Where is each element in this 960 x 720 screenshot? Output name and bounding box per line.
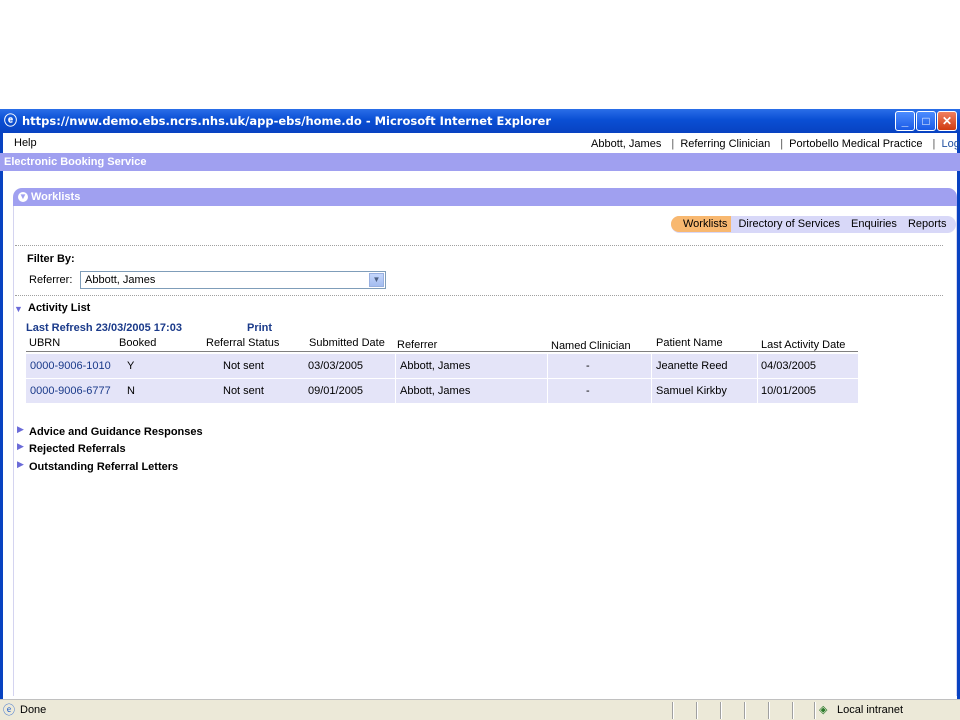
cell-divider [395, 354, 396, 378]
close-button[interactable]: ✕ [937, 111, 957, 131]
cell-divider [651, 379, 652, 403]
tab-reports[interactable]: Reports [904, 216, 957, 232]
status-text: Done [20, 704, 47, 716]
worklists-heading: Worklists [31, 191, 81, 203]
maximize-button[interactable]: □ [916, 111, 936, 131]
practice-name: Portobello Medical Practice [789, 138, 923, 150]
worklists-header[interactable]: ▼ Worklists [13, 188, 957, 206]
collapsed-triangle-icon[interactable]: ▶ [17, 459, 24, 470]
column-header-referrer[interactable]: Referrer [397, 339, 437, 351]
ubrn-link[interactable]: 0000-9006-1010 [30, 360, 111, 372]
column-header-referral-status[interactable]: Referral Status [206, 337, 279, 349]
collapsed-triangle-icon[interactable]: ▶ [17, 424, 24, 435]
logout-link[interactable]: Log Out [941, 138, 960, 150]
patient-cell: Jeanette Reed [656, 360, 728, 372]
cell-divider [757, 354, 758, 378]
user-name: Abbott, James [591, 138, 662, 150]
separator: | [932, 138, 936, 150]
submitted-cell: 09/01/2005 [308, 385, 364, 397]
status-cell: Not sent [223, 360, 264, 372]
column-header-patient-name[interactable]: Patient Name [656, 337, 723, 349]
status-divider [768, 702, 770, 719]
referrer-label: Referrer: [29, 274, 73, 286]
referrer-cell: Abbott, James [400, 360, 471, 372]
nav-tabs: Worklists Directory of Services Enquirie… [671, 216, 957, 233]
ubrn-link[interactable]: 0000-9006-6777 [30, 385, 111, 397]
minimize-button[interactable]: _ [895, 111, 915, 131]
activity-list-title[interactable]: Activity List [28, 302, 90, 314]
last-activity-cell: 04/03/2005 [761, 360, 817, 372]
status-cell: Not sent [223, 385, 264, 397]
cell-divider [547, 379, 548, 403]
collapsed-triangle-icon[interactable]: ▶ [17, 441, 24, 452]
ie-logo-icon: ⓔ [3, 113, 17, 128]
page-icon: ⓔ [3, 703, 16, 717]
collapse-icon[interactable]: ▼ [18, 192, 28, 202]
clinician-cell: - [586, 385, 590, 397]
cell-divider [547, 354, 548, 378]
table-row[interactable]: 0000-9006-1010 Y Not sent 03/03/2005 Abb… [26, 354, 858, 378]
divider [15, 245, 943, 246]
tab-directory-of-services[interactable]: Directory of Services [734, 216, 843, 232]
last-refresh: Last Refresh 23/03/2005 17:03 [26, 322, 182, 334]
column-header-booked[interactable]: Booked [119, 337, 156, 349]
status-divider [672, 702, 674, 719]
menu-bar: Help Abbott, James | Referring Clinician… [0, 133, 960, 153]
cell-divider [651, 354, 652, 378]
tab-enquiries[interactable]: Enquiries [847, 216, 901, 232]
patient-cell: Samuel Kirkby [656, 385, 727, 397]
separator: | [780, 138, 784, 150]
filter-title: Filter By: [27, 253, 75, 265]
status-divider [720, 702, 722, 719]
section-outstanding-letters[interactable]: Outstanding Referral Letters [29, 461, 178, 473]
status-divider [696, 702, 698, 719]
column-header-last-activity-date[interactable]: Last Activity Date [761, 339, 845, 351]
referrer-select[interactable]: Abbott, James ▼ [80, 271, 386, 289]
tab-worklists[interactable]: Worklists [671, 216, 732, 232]
header-underline [26, 351, 858, 352]
column-header-submitted-date[interactable]: Submitted Date [309, 337, 385, 349]
divider [15, 295, 943, 296]
user-info: Abbott, James | Referring Clinician | Po… [591, 138, 960, 150]
status-divider [814, 702, 816, 719]
print-link[interactable]: Print [247, 322, 272, 334]
cell-divider [395, 379, 396, 403]
app-header: Electronic Booking Service [0, 153, 960, 171]
last-activity-cell: 10/01/2005 [761, 385, 817, 397]
section-advice-guidance[interactable]: Advice and Guidance Responses [29, 426, 203, 438]
separator: | [671, 138, 675, 150]
column-header-ubrn[interactable]: UBRN [29, 337, 60, 349]
window-title-bar[interactable]: ⓔ https://nww.demo.ebs.ncrs.nhs.uk/app-e… [0, 109, 960, 133]
main-frame: ▼ Worklists Worklists Directory of Servi… [0, 171, 960, 699]
booked-cell: N [127, 385, 135, 397]
expanded-triangle-icon[interactable]: ▼ [14, 304, 23, 314]
table-row[interactable]: 0000-9006-6777 N Not sent 09/01/2005 Abb… [26, 379, 858, 403]
clinician-cell: - [586, 360, 590, 372]
referrer-value: Abbott, James [85, 274, 156, 286]
status-divider [744, 702, 746, 719]
section-rejected-referrals[interactable]: Rejected Referrals [29, 443, 126, 455]
window-title: https://nww.demo.ebs.ncrs.nhs.uk/app-ebs… [22, 114, 552, 128]
cell-divider [757, 379, 758, 403]
help-menu[interactable]: Help [14, 137, 37, 149]
booked-cell: Y [127, 360, 135, 372]
user-role: Referring Clinician [680, 138, 771, 150]
referrer-cell: Abbott, James [400, 385, 471, 397]
chevron-down-icon[interactable]: ▼ [369, 273, 384, 287]
security-zone: Local intranet [837, 704, 904, 716]
intranet-zone-icon: ◈ [819, 704, 828, 716]
status-divider [792, 702, 794, 719]
submitted-cell: 03/03/2005 [308, 360, 364, 372]
status-bar: ⓔ Done ◈ Local intranet [0, 699, 960, 720]
